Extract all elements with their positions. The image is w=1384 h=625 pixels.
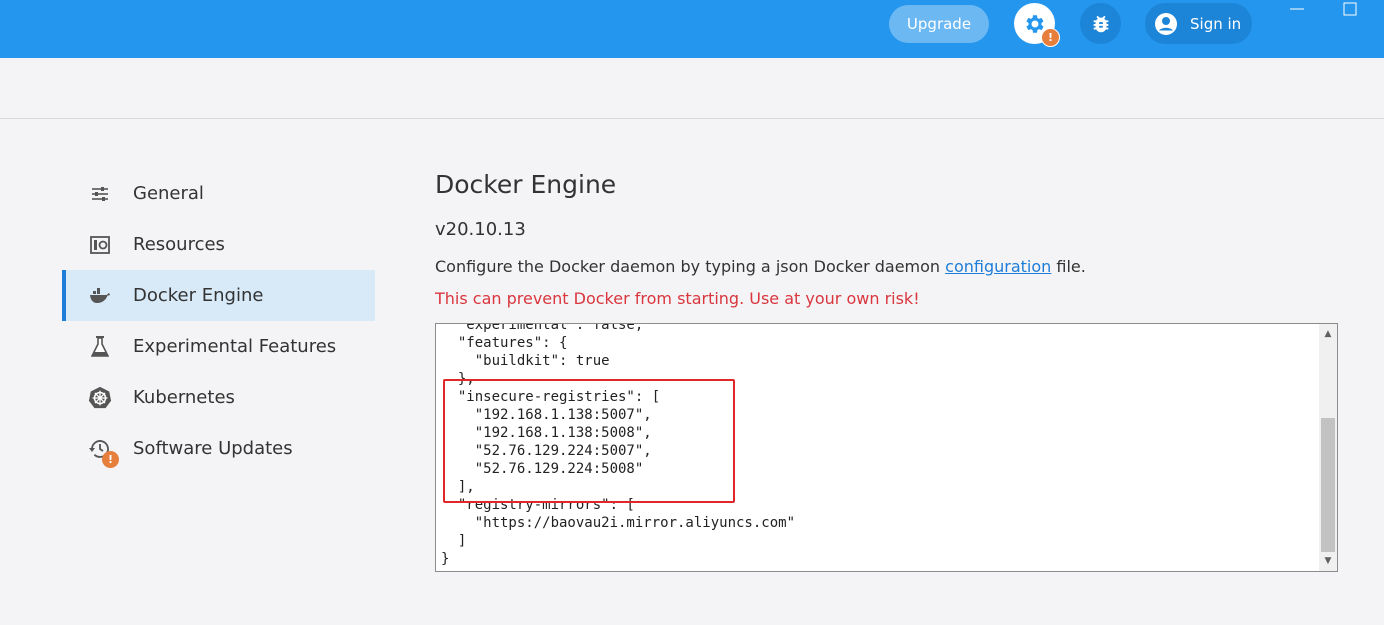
editor-scrollbar[interactable]: ▲ ▼ (1319, 324, 1337, 571)
maximize-window-button[interactable] (1340, 0, 1362, 22)
settings-sidebar: General Resources Docker Engine Experime… (62, 168, 375, 474)
updates-badge: ! (102, 450, 119, 468)
sign-in-button[interactable]: Sign in (1145, 3, 1252, 44)
sidebar-item-label: General (133, 183, 204, 204)
description: Configure the Docker daemon by typing a … (435, 257, 1086, 276)
resources-icon (88, 233, 112, 257)
sign-in-label: Sign in (1190, 14, 1242, 33)
user-circle-icon (1154, 12, 1178, 36)
sidebar-item-kubernetes[interactable]: Kubernetes (62, 372, 375, 423)
sliders-icon (88, 182, 112, 206)
flask-icon (88, 335, 112, 359)
warning-message: This can prevent Docker from starting. U… (435, 289, 920, 308)
sidebar-item-software-updates[interactable]: ! Software Updates (62, 423, 375, 474)
sidebar-item-resources[interactable]: Resources (62, 219, 375, 270)
sidebar-item-label: Kubernetes (133, 387, 235, 408)
sidebar-item-docker-engine[interactable]: Docker Engine (62, 270, 375, 321)
sidebar-item-label: Experimental Features (133, 336, 337, 357)
sidebar-item-general[interactable]: General (62, 168, 375, 219)
helm-wheel-icon (88, 386, 112, 410)
configuration-link[interactable]: configuration (945, 257, 1051, 276)
sidebar-item-label: Software Updates (133, 438, 293, 459)
scrollbar-thumb[interactable] (1321, 418, 1335, 552)
daemon-json-text[interactable]: "experimental": false, "features": { "bu… (441, 324, 795, 568)
minimize-icon (1286, 7, 1308, 26)
engine-version: v20.10.13 (435, 219, 526, 240)
bug-icon (1090, 13, 1112, 35)
whale-icon (88, 284, 112, 308)
page-title: Docker Engine (435, 170, 617, 199)
sidebar-item-label: Docker Engine (133, 285, 264, 306)
history-icon: ! (88, 437, 119, 468)
settings-update-badge: ! (1041, 28, 1060, 47)
description-suffix: file. (1051, 257, 1086, 276)
maximize-icon (1340, 2, 1362, 26)
sidebar-item-label: Resources (133, 234, 225, 255)
minimize-window-button[interactable] (1286, 0, 1308, 22)
scroll-down-arrow-icon[interactable]: ▼ (1319, 553, 1337, 569)
daemon-json-editor[interactable]: "experimental": false, "features": { "bu… (435, 323, 1338, 572)
description-text: Configure the Docker daemon by typing a … (435, 257, 946, 276)
scroll-up-arrow-icon[interactable]: ▲ (1319, 326, 1337, 342)
settings-button[interactable]: ! (1014, 3, 1060, 47)
top-bar: Upgrade ! Sign in (0, 0, 1384, 58)
sub-header (0, 58, 1384, 119)
upgrade-button[interactable]: Upgrade (889, 5, 989, 43)
troubleshoot-button[interactable] (1080, 3, 1121, 44)
sidebar-item-experimental-features[interactable]: Experimental Features (62, 321, 375, 372)
